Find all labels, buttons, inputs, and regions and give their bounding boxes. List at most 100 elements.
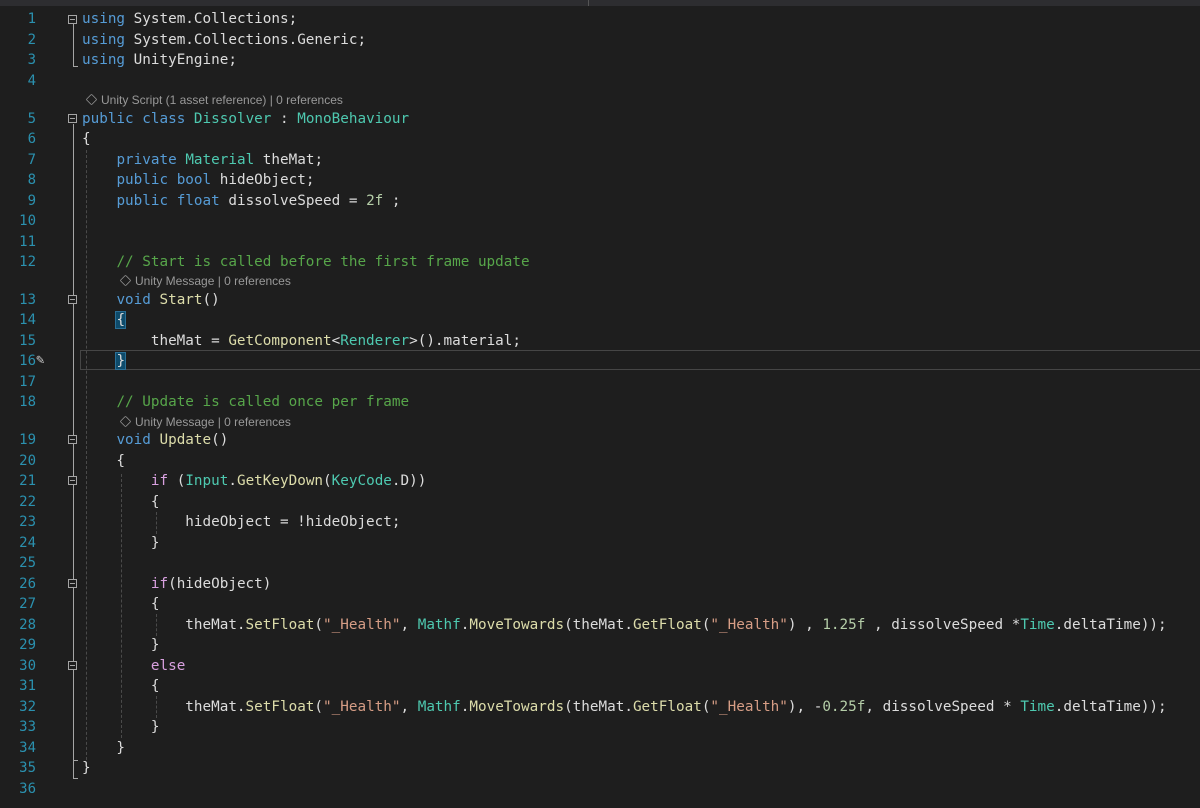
code-token: 2f [366,193,384,209]
code-text: // Start is called before the first fram… [82,252,529,272]
code-text: using System.Collections.Generic; [82,30,366,50]
code-line[interactable]: 35} [0,758,1200,778]
code-line[interactable]: 12 // Start is called before the first f… [0,252,1200,272]
code-line[interactable]: 27 { [0,594,1200,614]
line-number: 4 [27,73,36,89]
code-token: { [82,678,160,694]
codelens-start-text: Unity Message | 0 references [135,274,291,288]
code-line[interactable]: 8 public bool hideObject; [0,170,1200,190]
codelens-start[interactable]: Unity Message | 0 references [119,273,291,289]
unity-cube-icon [119,415,132,428]
code-line[interactable]: 1 using System.Collections; [0,9,1200,29]
code-token: MonoBehaviour [297,111,410,127]
code-token: .deltaTime)); [1054,617,1167,633]
code-token: System.Collections.Generic; [125,32,367,48]
code-line[interactable]: 18 // Update is called once per frame [0,392,1200,412]
code-text: } [82,758,91,778]
code-line-current[interactable]: 16 } [0,351,1200,371]
code-token: } [82,740,126,756]
code-line[interactable]: 13 void Start() [0,290,1200,310]
line-number: 5 [27,111,36,127]
code-token: Mathf [417,617,461,633]
code-token: theMat; [254,152,324,168]
code-token: float [176,193,220,209]
code-line[interactable]: 2 using System.Collections.Generic; [0,30,1200,50]
code-line[interactable]: 6{ [0,129,1200,149]
code-line[interactable]: 19 void Update() [0,430,1200,450]
line-number: 21 [19,473,36,489]
code-token: if [150,576,169,592]
code-token: () [211,432,229,448]
code-token: } [115,352,127,370]
code-token: hideObject; [211,172,315,188]
code-text: theMat = GetComponent<Renderer>().materi… [82,331,521,351]
code-token: void [116,432,151,448]
code-token: SetFloat [245,617,315,633]
line-number: 23 [19,514,36,530]
code-line[interactable]: 3 using UnityEngine; [0,50,1200,70]
code-line[interactable]: 33 } [0,717,1200,737]
code-line[interactable]: 10 [0,211,1200,231]
line-number: 11 [19,234,36,250]
code-line[interactable]: 22 { [0,492,1200,512]
code-token: ; [383,193,401,209]
line-number: 32 [19,699,36,715]
code-token: KeyCode [331,473,392,489]
code-line[interactable]: 31 { [0,676,1200,696]
code-token: (theMat. [564,617,633,633]
code-line[interactable]: 24 } [0,533,1200,553]
code-line[interactable]: 26 if(hideObject) [0,574,1200,594]
codelens-update[interactable]: Unity Message | 0 references [119,414,291,430]
code-token: Input [185,473,229,489]
code-line[interactable]: 7 private Material theMat; [0,150,1200,170]
code-line[interactable]: 14 { [0,310,1200,330]
code-text: } [82,351,127,371]
code-token: MoveTowards [469,617,565,633]
code-token: // Update is called once per frame [116,394,410,410]
line-number: 6 [27,131,36,147]
code-line[interactable]: 11 [0,232,1200,252]
code-line[interactable]: 32 theMat.SetFloat("_Health", Mathf.Move… [0,697,1200,717]
line-number: 28 [19,617,36,633]
code-text: { [82,492,160,512]
code-line[interactable]: 4 [0,71,1200,91]
code-line[interactable]: 20 { [0,451,1200,471]
code-token: GetKeyDown [236,473,324,489]
code-line[interactable]: 28 theMat.SetFloat("_Health", Mathf.Move… [0,615,1200,635]
code-token: { [82,494,160,510]
codelens-class[interactable]: Unity Script (1 asset reference) | 0 ref… [85,92,343,108]
code-token: >().material; [409,333,522,349]
code-text: { [82,451,125,471]
code-line[interactable]: 17 [0,372,1200,392]
code-line[interactable]: 30 else [0,656,1200,676]
code-line[interactable]: 9 public float dissolveSpeed = 2f ; [0,191,1200,211]
code-line[interactable]: 29 } [0,635,1200,655]
code-token: Dissolver [193,111,272,127]
line-number: 35 [19,760,36,776]
code-line[interactable]: 15 theMat = GetComponent<Renderer>().mat… [0,331,1200,351]
code-token: , [400,617,418,633]
code-token: (hideObject) [168,576,272,592]
code-token: Time [1020,699,1055,715]
code-token: dissolveSpeed = [219,193,367,209]
code-line[interactable]: 21 if (Input.GetKeyDown(KeyCode.D)) [0,471,1200,491]
code-line[interactable]: 25 [0,553,1200,573]
code-token: : [271,111,298,127]
code-token: class [142,111,186,127]
code-line[interactable]: 34 } [0,738,1200,758]
code-line[interactable]: 23 hideObject = !hideObject; [0,512,1200,532]
line-number: 29 [19,637,36,653]
code-editor[interactable]: ✎ Unity Script (1 asset reference) | 0 r… [0,0,1200,808]
code-line[interactable]: 5 public class Dissolver : MonoBehaviour [0,109,1200,129]
code-token: < [331,333,341,349]
code-line[interactable]: 36 [0,779,1200,799]
